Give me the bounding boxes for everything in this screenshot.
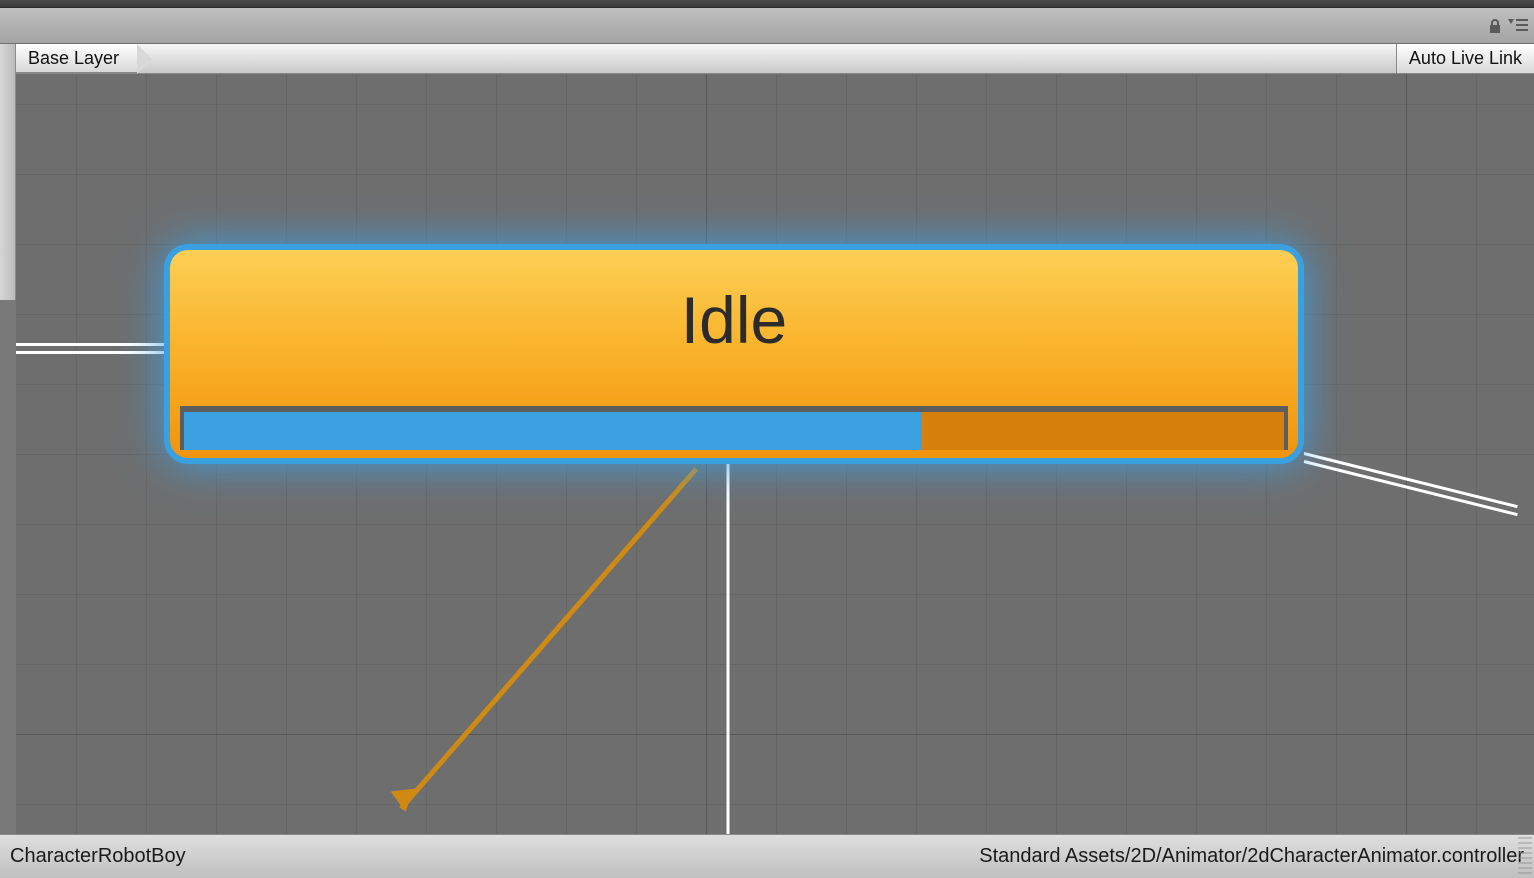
animator-graph-canvas[interactable]: Idle: [16, 74, 1534, 842]
state-progress-track: [180, 406, 1288, 450]
transition-arrowhead-icon: [391, 789, 418, 814]
state-node-title: Idle: [681, 282, 787, 358]
state-progress-fill: [184, 412, 921, 450]
status-right-label: Standard Assets/2D/Animator/2dCharacterA…: [979, 845, 1524, 868]
breadcrumb-label: Base Layer: [28, 48, 119, 69]
window-top-bar: [0, 0, 1534, 8]
animator-toolbar: [0, 8, 1534, 44]
auto-live-link-label: Auto Live Link: [1409, 48, 1522, 69]
breadcrumb-base-layer[interactable]: Base Layer: [16, 44, 137, 73]
status-bar: CharacterRobotBoy Standard Assets/2D/Ani…: [0, 834, 1534, 878]
transition-line-orange: [399, 467, 698, 810]
breadcrumb-spacer: [137, 44, 1396, 73]
resize-handle-icon[interactable]: [1518, 837, 1532, 876]
breadcrumb-row: Base Layer Auto Live Link: [16, 44, 1534, 74]
context-menu-icon[interactable]: [1508, 19, 1528, 33]
lock-icon[interactable]: [1488, 18, 1502, 34]
left-sidebar-strip: [0, 44, 16, 300]
state-node-idle[interactable]: Idle: [164, 244, 1304, 464]
status-left-label: CharacterRobotBoy: [10, 845, 186, 868]
auto-live-link-button[interactable]: Auto Live Link: [1396, 44, 1534, 73]
